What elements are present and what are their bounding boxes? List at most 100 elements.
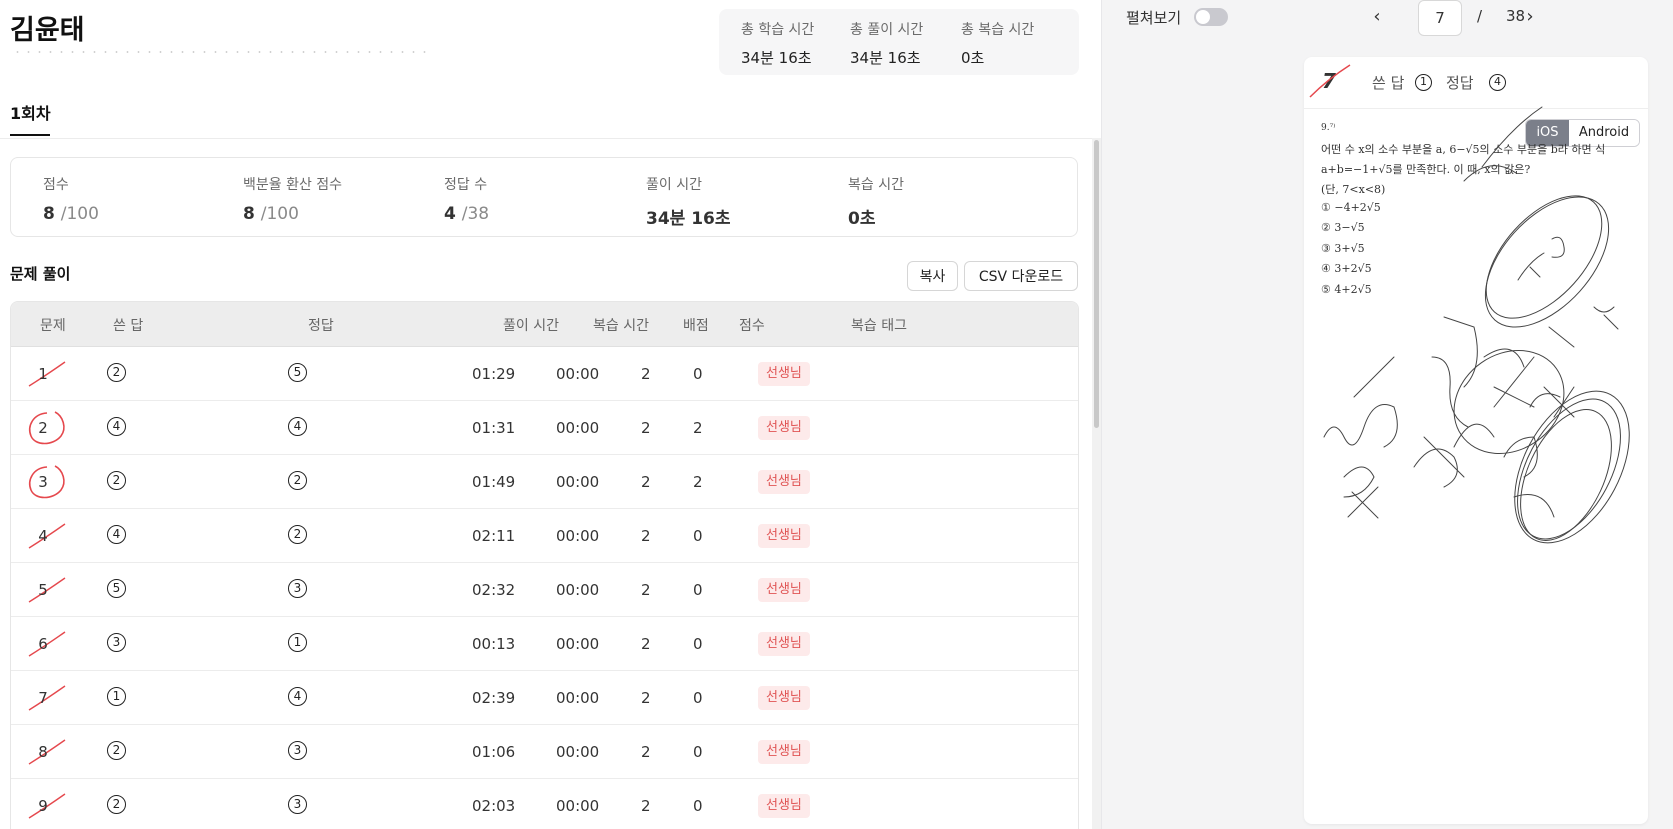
stat-solve-time: 풀이 시간 34분 16초 <box>646 174 731 229</box>
review-time: 00:00 <box>556 689 600 707</box>
total-review-time-label: 총 복습 시간 <box>961 22 1035 38</box>
review-time: 00:00 <box>556 527 600 545</box>
question-number-cell[interactable]: 4 <box>25 518 67 554</box>
th-review-time[interactable]: 복습 시간 <box>593 315 649 335</box>
question-number-cell[interactable]: 7 <box>25 680 67 716</box>
stat-correct: 정답 수 4 /38 <box>444 174 489 224</box>
page-number-input[interactable]: 7 <box>1418 0 1462 36</box>
correct-answer: 4 <box>288 687 307 706</box>
wrote-answer: 2 <box>107 795 126 814</box>
review-tag-badge[interactable]: 선생님 <box>758 578 810 602</box>
total-review-time: 총 복습 시간 0초 <box>961 19 1034 68</box>
question-number: 1 <box>38 365 48 383</box>
report-pane: 김윤태 총 학습 시간 34분 16초 총 풀이 시간 34분 16초 총 복습… <box>0 0 1101 829</box>
expand-toggle-label: 펼쳐보기 <box>1126 9 1182 27</box>
th-solve-time[interactable]: 풀이 시간 <box>503 315 559 335</box>
total-study-time-label: 총 학습 시간 <box>741 22 815 38</box>
scrollbar-thumb[interactable] <box>1094 140 1099 428</box>
app-root: 김윤태 총 학습 시간 34분 16초 총 풀이 시간 34분 16초 총 복습… <box>0 0 1673 829</box>
question-number-cell[interactable]: 1 <box>25 356 67 392</box>
table-row[interactable]: 6 3 1 00:13 00:00 2 0 선생님 <box>11 617 1078 671</box>
tab-round-1[interactable]: 1회차 <box>10 100 51 124</box>
question-number: 6 <box>38 635 48 653</box>
correct-answer: 2 <box>288 471 307 490</box>
tab-divider <box>0 138 1092 139</box>
question-viewer: 펼쳐보기 ‹ 7 / 38 › 7 쓴 답 1 정답 4 iOS Android… <box>1101 0 1673 829</box>
table-row[interactable]: 3 2 2 01:49 00:00 2 2 선생님 <box>11 455 1078 509</box>
stat-percent-label: 백분율 환산 점수 <box>243 177 343 193</box>
wrote-answer: 2 <box>107 363 126 382</box>
table-body: 1 2 5 01:29 00:00 2 0 선생님 2 4 4 01:31 00… <box>11 347 1078 829</box>
th-wrote[interactable]: 쓴 답 <box>113 315 143 335</box>
correct-answer: 5 <box>288 363 307 382</box>
points: 2 <box>641 797 651 815</box>
total-study-time: 총 학습 시간 34분 16초 <box>741 19 814 68</box>
stat-score: 점수 8 /100 <box>43 174 99 224</box>
th-question[interactable]: 문제 <box>40 315 66 335</box>
wrote-answer: 1 <box>107 687 126 706</box>
points: 2 <box>641 689 651 707</box>
review-time: 00:00 <box>556 797 600 815</box>
total-review-time-value: 0초 <box>961 49 985 67</box>
review-tag-badge[interactable]: 선생님 <box>758 740 810 764</box>
tab-active-indicator <box>10 134 50 136</box>
wrote-answer: 3 <box>107 633 126 652</box>
review-tag-badge[interactable]: 선생님 <box>758 686 810 710</box>
solve-time: 01:29 <box>472 365 516 383</box>
question-number: 5 <box>38 581 48 599</box>
review-tag-badge[interactable]: 선생님 <box>758 524 810 548</box>
question-number-cell[interactable]: 5 <box>25 572 67 608</box>
table-row[interactable]: 8 2 3 01:06 00:00 2 0 선생님 <box>11 725 1078 779</box>
score: 2 <box>693 473 703 491</box>
stat-percent: 백분율 환산 점수 8 /100 <box>243 174 342 224</box>
table-row[interactable]: 1 2 5 01:29 00:00 2 0 선생님 <box>11 347 1078 401</box>
student-subtitle-placeholder <box>12 50 432 54</box>
csv-download-button[interactable]: CSV 다운로드 <box>964 261 1078 291</box>
review-tag-badge[interactable]: 선생님 <box>758 794 810 818</box>
stat-review-time: 복습 시간 0초 <box>848 174 904 229</box>
total-solve-time: 총 풀이 시간 34분 16초 <box>850 19 923 68</box>
expand-toggle[interactable] <box>1194 8 1228 26</box>
th-review-tag[interactable]: 복습 태그 <box>851 315 907 335</box>
wrote-answer: 4 <box>107 525 126 544</box>
question-number: 4 <box>38 527 48 545</box>
question-number-cell[interactable]: 6 <box>25 626 67 662</box>
score-summary-card: 점수 8 /100 백분율 환산 점수 8 /100 정답 수 4 /38 풀이… <box>10 157 1078 237</box>
review-tag-badge[interactable]: 선생님 <box>758 632 810 656</box>
solve-time: 01:31 <box>472 419 516 437</box>
question-number-cell[interactable]: 2 <box>25 410 67 446</box>
correct-answer: 2 <box>288 525 307 544</box>
points: 2 <box>641 743 651 761</box>
review-time: 00:00 <box>556 743 600 761</box>
review-time: 00:00 <box>556 365 600 383</box>
table-row[interactable]: 5 5 3 02:32 00:00 2 0 선생님 <box>11 563 1078 617</box>
question-number-cell[interactable]: 9 <box>25 788 67 824</box>
points: 2 <box>641 365 651 383</box>
solve-time: 02:39 <box>472 689 516 707</box>
table-row[interactable]: 4 4 2 02:11 00:00 2 0 선생님 <box>11 509 1078 563</box>
review-time: 00:00 <box>556 473 600 491</box>
question-number-cell[interactable]: 8 <box>25 734 67 770</box>
correct-answer: 3 <box>288 579 307 598</box>
solve-time: 02:11 <box>472 527 516 545</box>
stat-score-label: 점수 <box>43 177 69 193</box>
chevron-left-icon[interactable]: ‹ <box>1367 6 1387 27</box>
score: 0 <box>693 635 703 653</box>
table-row[interactable]: 2 4 4 01:31 00:00 2 2 선생님 <box>11 401 1078 455</box>
th-score[interactable]: 점수 <box>739 315 765 335</box>
review-tag-badge[interactable]: 선생님 <box>758 362 810 386</box>
total-study-time-value: 34분 16초 <box>741 49 812 67</box>
review-tag-badge[interactable]: 선생님 <box>758 416 810 440</box>
question-number: 2 <box>38 419 48 437</box>
question-number-cell[interactable]: 3 <box>25 464 67 500</box>
table-row[interactable]: 9 2 3 02:03 00:00 2 0 선생님 <box>11 779 1078 829</box>
review-tag-badge[interactable]: 선생님 <box>758 470 810 494</box>
chevron-right-icon[interactable]: › <box>1520 6 1540 27</box>
stat-correct-denom: /38 <box>461 204 490 224</box>
th-answer[interactable]: 정답 <box>308 315 334 335</box>
copy-button[interactable]: 복사 <box>907 261 958 291</box>
correct-answer: 3 <box>288 741 307 760</box>
wrote-answer: 5 <box>107 579 126 598</box>
table-row[interactable]: 7 1 4 02:39 00:00 2 0 선생님 <box>11 671 1078 725</box>
th-points[interactable]: 배점 <box>683 315 709 335</box>
